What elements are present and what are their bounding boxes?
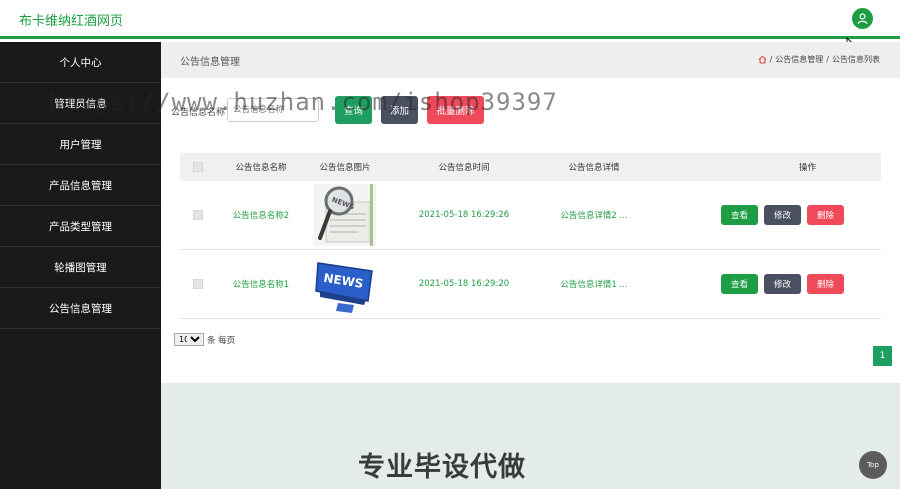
search-input[interactable] <box>227 98 319 122</box>
column-header-name: 公告信息名称 <box>235 163 287 173</box>
per-page-label: 条 每页 <box>207 336 236 346</box>
notice-table: 公告信息名称 公告信息图片 公告信息时间 公告信息详情 操作 公告信息名称2 N… <box>180 153 881 319</box>
footer: 专业毕设代做 Top <box>161 383 900 489</box>
breadcrumb-separator: / <box>826 55 829 64</box>
search-bar: 公告信息名称 查询 添加 批量删除 <box>161 94 900 128</box>
notice-time: 2021-05-18 16:29:26 <box>418 210 510 220</box>
user-avatar[interactable] <box>852 8 873 29</box>
breadcrumb-separator: / <box>769 55 773 64</box>
row-actions: 查看 修改 删除 <box>644 274 881 294</box>
page-button-current[interactable]: 1 <box>873 346 892 366</box>
row-checkbox[interactable] <box>193 210 203 220</box>
news-sign-image: NEWS <box>314 253 376 315</box>
column-header-ops: 操作 <box>798 163 816 173</box>
page-size-select[interactable]: 10 <box>174 333 204 346</box>
row-actions: 查看 修改 删除 <box>644 205 881 225</box>
notice-name: 公告信息名称1 <box>232 280 290 290</box>
sidebar: 个人中心 管理员信息 用户管理 产品信息管理 产品类型管理 轮播图管理 公告信息… <box>0 42 161 489</box>
breadcrumb-item-notice-list: 公告信息列表 <box>832 55 880 64</box>
top-header: 布卡维纳红酒网页 <box>0 0 900 39</box>
notice-name: 公告信息名称2 <box>232 211 290 221</box>
home-icon[interactable] <box>758 55 767 64</box>
edit-button[interactable]: 修改 <box>764 205 801 225</box>
sidebar-item-notice[interactable]: 公告信息管理 <box>0 288 161 329</box>
breadcrumb-bar: 公告信息管理 / 公告信息管理 / 公告信息列表 <box>161 42 900 78</box>
main-content: 公告信息管理 / 公告信息管理 / 公告信息列表 公告信息名称 查询 添加 批量… <box>161 42 900 489</box>
sidebar-item-admin-info[interactable]: 管理员信息 <box>0 83 161 124</box>
magnifier-news-image: NEWS <box>314 184 376 246</box>
sidebar-item-carousel[interactable]: 轮播图管理 <box>0 247 161 288</box>
delete-button[interactable]: 删除 <box>807 205 844 225</box>
column-header-time: 公告信息时间 <box>438 163 490 173</box>
notice-time: 2021-05-18 16:29:20 <box>418 279 510 289</box>
delete-button[interactable]: 删除 <box>807 274 844 294</box>
sidebar-item-product-type[interactable]: 产品类型管理 <box>0 206 161 247</box>
batch-delete-button[interactable]: 批量删除 <box>427 96 484 124</box>
page-title: 公告信息管理 <box>180 57 240 68</box>
table-header: 公告信息名称 公告信息图片 公告信息时间 公告信息详情 操作 <box>180 153 881 181</box>
table-row: 公告信息名称1 NEWS 2021-05-18 16:29:20 公告信息详情1… <box>180 250 881 319</box>
view-button[interactable]: 查看 <box>721 205 758 225</box>
select-all-checkbox[interactable] <box>193 162 203 172</box>
column-header-detail: 公告信息详情 <box>568 163 620 173</box>
back-to-top-button[interactable]: Top <box>859 451 887 479</box>
user-icon <box>857 13 868 25</box>
add-button[interactable]: 添加 <box>381 96 418 124</box>
column-header-image: 公告信息图片 <box>319 163 371 173</box>
view-button[interactable]: 查看 <box>721 274 758 294</box>
row-checkbox[interactable] <box>193 279 203 289</box>
site-title[interactable]: 布卡维纳红酒网页 <box>19 10 123 29</box>
notice-detail: 公告信息详情1 ... <box>560 280 628 290</box>
footer-watermark: 专业毕设代做 <box>358 452 526 483</box>
query-button[interactable]: 查询 <box>335 96 372 124</box>
notice-detail: 公告信息详情2 ... <box>560 211 628 221</box>
sidebar-item-product-info[interactable]: 产品信息管理 <box>0 165 161 206</box>
sidebar-item-personal-center[interactable]: 个人中心 <box>0 42 161 83</box>
sidebar-item-user-management[interactable]: 用户管理 <box>0 124 161 165</box>
search-label: 公告信息名称 <box>171 108 226 118</box>
table-row: 公告信息名称2 NEWS 2021-05-18 16:29:26 公告信息详情2… <box>180 181 881 250</box>
breadcrumb-item-notice-management[interactable]: 公告信息管理 <box>775 54 823 65</box>
breadcrumb: / 公告信息管理 / 公告信息列表 <box>758 54 880 65</box>
edit-button[interactable]: 修改 <box>764 274 801 294</box>
